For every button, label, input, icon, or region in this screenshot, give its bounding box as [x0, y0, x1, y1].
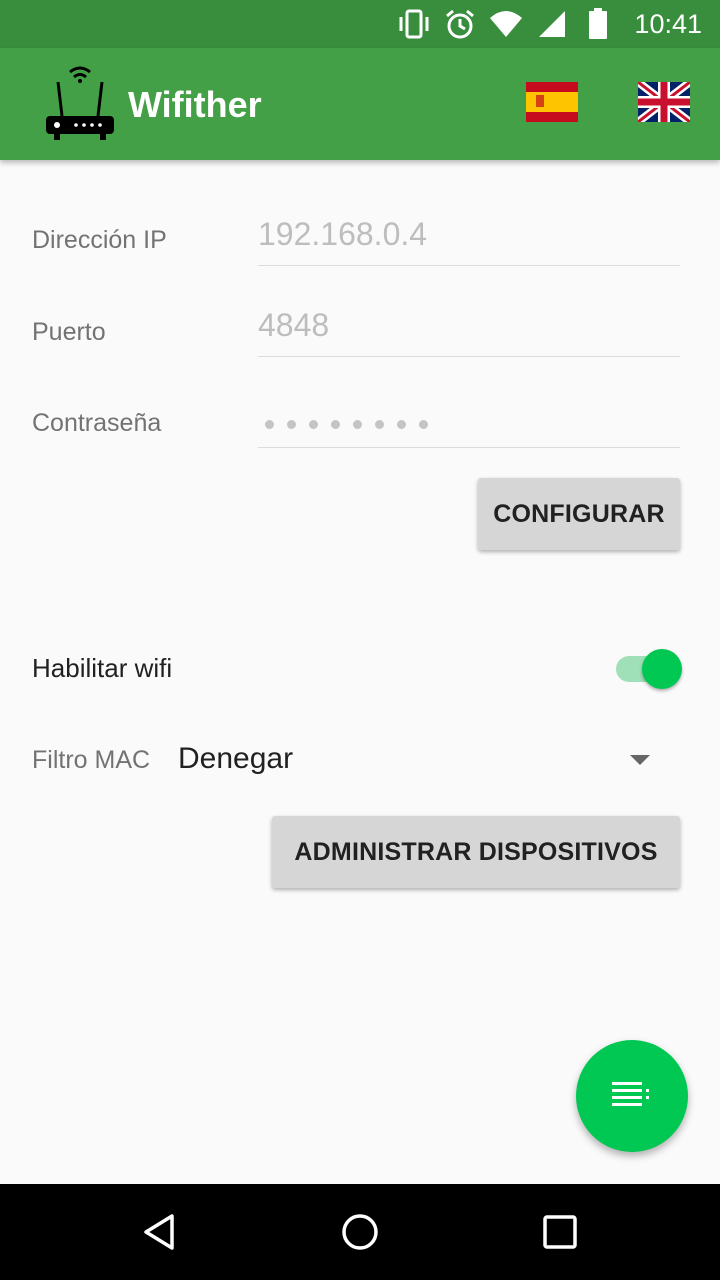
- home-icon[interactable]: [336, 1208, 384, 1256]
- app-bar: Wifither: [0, 48, 720, 160]
- status-bar: 10:41: [0, 0, 720, 48]
- flag-spain-icon[interactable]: [526, 82, 578, 122]
- manage-devices-button[interactable]: ADMINISTRAR DISPOSITIVOS: [272, 816, 680, 888]
- router-icon: [44, 60, 116, 148]
- password-input[interactable]: [258, 398, 680, 448]
- recents-icon[interactable]: [536, 1208, 584, 1256]
- flag-uk-icon[interactable]: [635, 78, 693, 126]
- cell-signal-icon: [534, 6, 570, 42]
- alarm-icon: [442, 6, 478, 42]
- dropdown-arrow-icon[interactable]: [630, 755, 650, 765]
- mac-filter-label: Filtro MAC: [32, 746, 151, 774]
- port-input[interactable]: 4848: [258, 307, 680, 357]
- app-title: Wifither: [128, 84, 262, 125]
- toggle-thumb: [642, 649, 682, 689]
- enable-wifi-label: Habilitar wifi: [32, 653, 173, 683]
- port-label: Puerto: [32, 318, 106, 346]
- password-label: Contraseña: [32, 409, 162, 437]
- configure-button[interactable]: CONFIGURAR: [478, 478, 680, 550]
- password-mask: [258, 398, 680, 429]
- ip-input[interactable]: 192.168.0.4: [258, 216, 680, 266]
- status-time: 10:41: [634, 8, 702, 39]
- list-icon: [612, 1081, 652, 1112]
- enable-wifi-toggle[interactable]: [612, 647, 684, 691]
- navigation-bar: [0, 1184, 720, 1280]
- wifi-signal-icon: [488, 6, 524, 42]
- ip-placeholder: 192.168.0.4: [258, 216, 428, 252]
- vibrate-icon: [396, 6, 432, 42]
- back-icon[interactable]: [136, 1208, 184, 1256]
- port-placeholder: 4848: [258, 307, 330, 343]
- ip-label: Dirección IP: [32, 226, 167, 254]
- battery-icon: [580, 6, 616, 42]
- fab-menu-button[interactable]: [576, 1040, 688, 1152]
- mac-filter-select[interactable]: Denegar: [178, 742, 293, 776]
